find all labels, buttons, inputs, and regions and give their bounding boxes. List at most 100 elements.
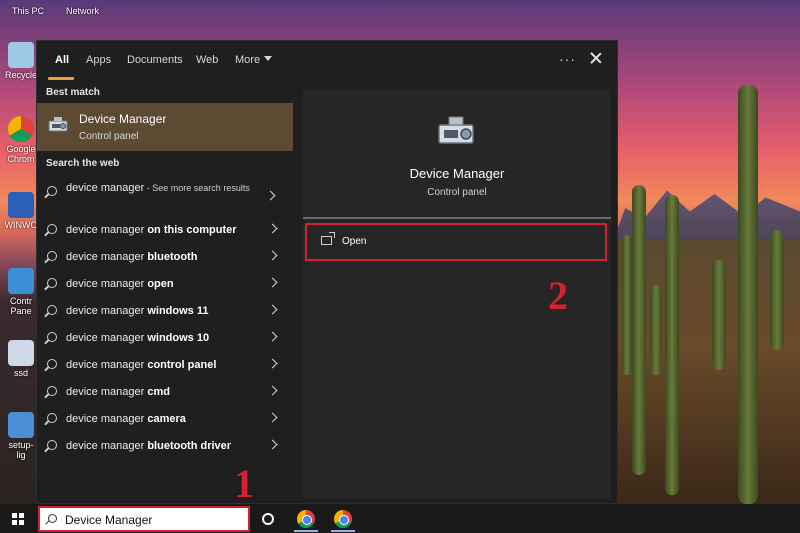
chevron-right-icon bbox=[265, 190, 276, 201]
desktop-label-this-pc[interactable]: This PC bbox=[12, 6, 44, 16]
open-action-button[interactable]: Open bbox=[305, 223, 607, 261]
step-2-annotation: 2 bbox=[548, 273, 568, 318]
search-icon bbox=[47, 386, 57, 396]
web-result-text: device manager control panel bbox=[66, 359, 217, 371]
web-result-item[interactable]: device manager open bbox=[37, 271, 293, 298]
tab-documents[interactable]: Documents bbox=[127, 54, 183, 66]
best-match-title: Device Manager bbox=[79, 112, 167, 126]
chevron-down-icon bbox=[264, 56, 273, 61]
open-action-label: Open bbox=[342, 236, 367, 247]
web-result-item[interactable]: device manager bluetooth bbox=[37, 244, 293, 271]
desktop-icon-label: WINWO bbox=[4, 220, 38, 230]
search-icon bbox=[47, 359, 57, 369]
chrome-icon[interactable] bbox=[334, 510, 352, 528]
desktop-icon-label: Contr Pane bbox=[9, 296, 32, 316]
wallpaper-cactus bbox=[632, 185, 646, 475]
web-result-text: device manager bluetooth bbox=[66, 251, 198, 263]
search-tabs: All Apps Documents Web More ··· bbox=[37, 41, 619, 81]
wallpaper-cactus bbox=[712, 260, 726, 370]
preview-title: Device Manager bbox=[409, 166, 505, 181]
taskbar-running-indicator bbox=[294, 530, 318, 532]
search-icon bbox=[47, 440, 57, 450]
web-result-text: device manager bluetooth driver bbox=[66, 440, 232, 452]
web-result-item[interactable]: device manager - See more search results bbox=[37, 179, 293, 213]
tab-more[interactable]: More bbox=[235, 54, 273, 66]
step-1-annotation: 1 bbox=[234, 461, 254, 506]
device-manager-icon bbox=[438, 116, 474, 144]
recycle-bin-icon bbox=[8, 42, 34, 68]
web-result-item[interactable]: device manager cmd bbox=[37, 379, 293, 406]
chevron-right-icon bbox=[267, 331, 278, 342]
chrome-icon bbox=[8, 116, 34, 142]
close-icon[interactable] bbox=[589, 51, 603, 65]
web-result-text: device manager camera bbox=[66, 413, 186, 425]
best-match-device-manager[interactable]: Device Manager Control panel bbox=[37, 103, 293, 151]
search-icon bbox=[47, 278, 57, 288]
taskbar bbox=[0, 504, 800, 533]
installer-icon bbox=[8, 412, 34, 438]
web-result-text: device manager on this computer bbox=[66, 224, 237, 236]
web-result-text: device manager windows 11 bbox=[66, 305, 209, 317]
desktop-icon-label: setup-lig bbox=[8, 440, 34, 460]
desktop-label-network[interactable]: Network bbox=[66, 6, 99, 16]
desktop-icon-setup[interactable]: setup-lig bbox=[4, 412, 38, 460]
web-result-text: device manager cmd bbox=[66, 386, 170, 398]
web-result-item[interactable]: device manager on this computer bbox=[37, 217, 293, 244]
search-icon bbox=[47, 251, 57, 261]
taskbar-search-box[interactable] bbox=[38, 506, 250, 532]
desktop-icon-control-panel[interactable]: Contr Pane bbox=[4, 268, 38, 316]
chevron-right-icon bbox=[267, 250, 278, 261]
cortana-icon[interactable] bbox=[262, 513, 274, 525]
web-result-item[interactable]: device manager windows 11 bbox=[37, 298, 293, 325]
document-icon bbox=[8, 340, 34, 366]
chevron-right-icon bbox=[267, 439, 278, 450]
preview-subtitle: Control panel bbox=[427, 187, 487, 198]
control-panel-icon bbox=[8, 268, 34, 294]
wallpaper-cactus bbox=[738, 85, 758, 504]
word-icon bbox=[8, 192, 34, 218]
chrome-icon[interactable] bbox=[297, 510, 315, 528]
search-icon bbox=[47, 332, 57, 342]
best-match-subtitle: Control panel bbox=[79, 131, 139, 142]
web-result-item[interactable]: device manager camera bbox=[37, 406, 293, 433]
search-icon bbox=[47, 305, 57, 315]
web-result-text: device manager - See more search results bbox=[66, 182, 250, 194]
wallpaper-cactus bbox=[770, 230, 784, 350]
web-result-item[interactable]: device manager control panel bbox=[37, 352, 293, 379]
chevron-right-icon bbox=[267, 412, 278, 423]
tab-active-indicator bbox=[48, 77, 74, 80]
desktop-icon-label: Recycle bbox=[4, 70, 37, 80]
search-icon bbox=[47, 413, 57, 423]
wallpaper-cactus bbox=[622, 235, 632, 375]
start-menu: All Apps Documents Web More ··· Best mat… bbox=[36, 40, 618, 504]
windows-start-icon[interactable] bbox=[12, 513, 24, 525]
desktop-icon-chrome[interactable]: Google Chrom bbox=[4, 116, 38, 164]
chevron-right-icon bbox=[267, 385, 278, 396]
search-web-heading: Search the web bbox=[46, 158, 120, 169]
web-result-item[interactable]: device manager bluetooth driver bbox=[37, 433, 293, 460]
tab-all[interactable]: All bbox=[55, 54, 69, 66]
web-result-text: device manager open bbox=[66, 278, 174, 290]
web-result-text: device manager windows 10 bbox=[66, 332, 210, 344]
web-result-item[interactable]: device manager windows 10 bbox=[37, 325, 293, 352]
device-manager-icon bbox=[48, 117, 68, 132]
desktop-icon-ssd[interactable]: ssd bbox=[4, 340, 38, 378]
desktop-icon-word[interactable]: WINWO bbox=[4, 192, 38, 230]
taskbar-search-input[interactable] bbox=[65, 511, 245, 529]
chevron-right-icon bbox=[267, 358, 278, 369]
search-icon bbox=[47, 186, 57, 196]
wallpaper-cactus bbox=[665, 195, 679, 495]
desktop-icon-label: ssd bbox=[13, 368, 28, 378]
desktop-icon-label: Google Chrom bbox=[6, 144, 36, 164]
wallpaper-cactus bbox=[650, 285, 662, 375]
chevron-right-icon bbox=[267, 277, 278, 288]
open-external-icon bbox=[321, 232, 335, 245]
chevron-right-icon bbox=[267, 304, 278, 315]
ellipsis-icon[interactable]: ··· bbox=[559, 51, 576, 67]
tab-web[interactable]: Web bbox=[196, 54, 218, 66]
chevron-right-icon bbox=[267, 223, 278, 234]
tab-more-label: More bbox=[235, 54, 261, 66]
desktop-icon-recycle-bin[interactable]: Recycle bbox=[4, 42, 38, 80]
tab-apps[interactable]: Apps bbox=[86, 54, 111, 66]
search-icon bbox=[48, 514, 57, 523]
